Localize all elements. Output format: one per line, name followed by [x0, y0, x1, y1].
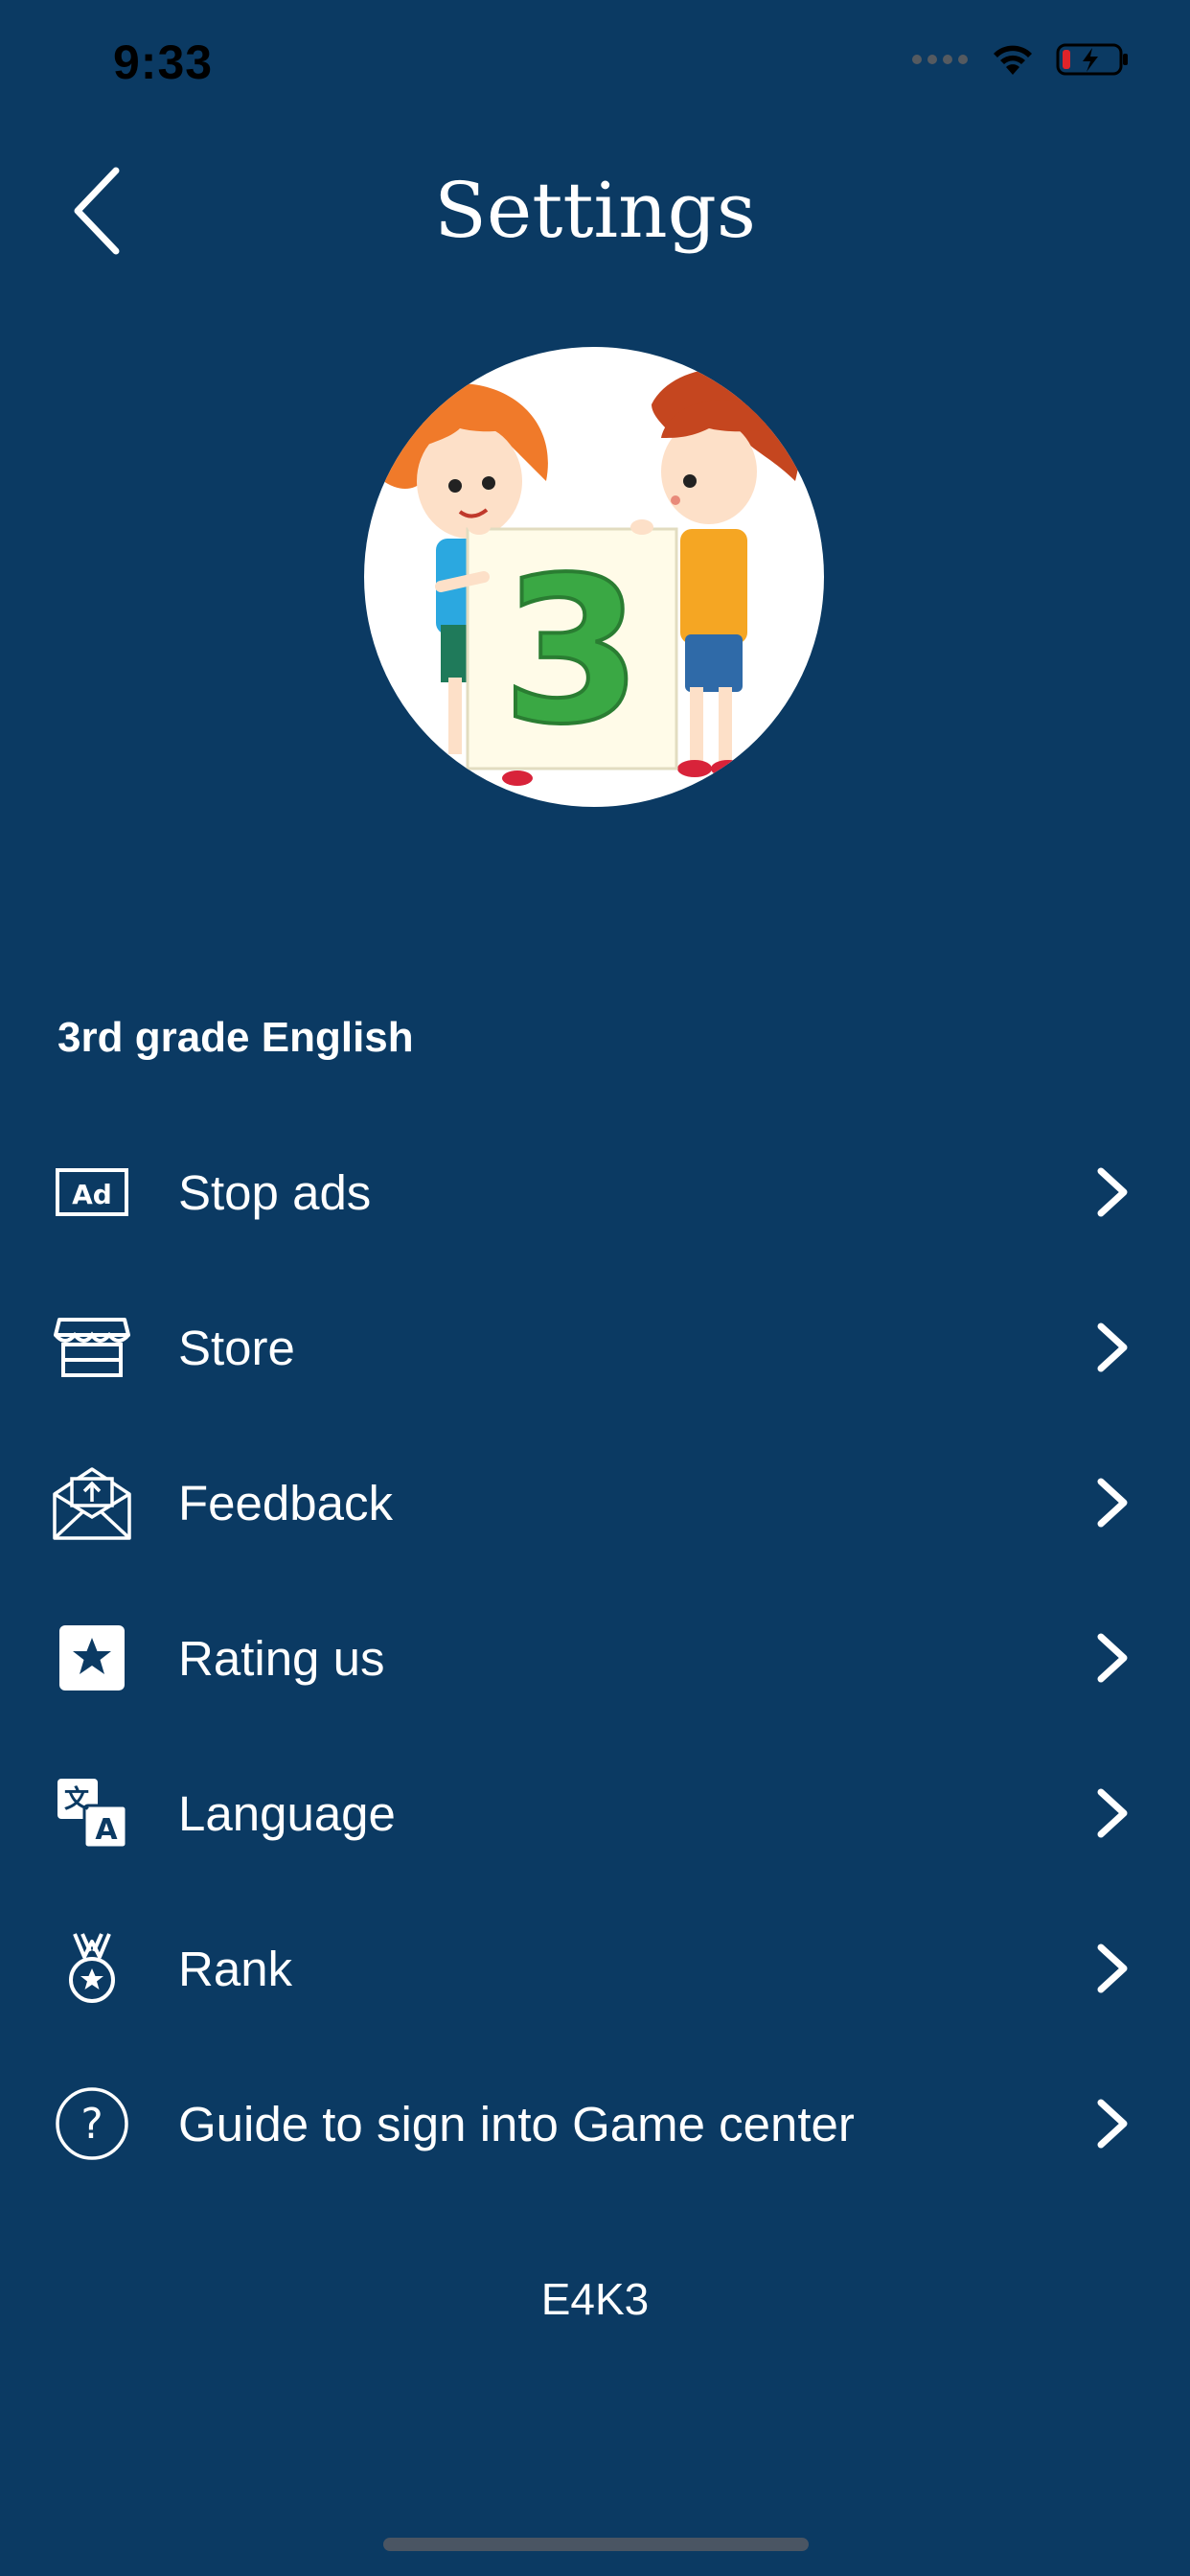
svg-text:A: A — [95, 1813, 118, 1847]
menu-item-label: Store — [178, 1320, 295, 1375]
battery-icon — [1056, 43, 1128, 76]
chevron-right-icon — [1088, 1784, 1136, 1842]
kids-holding-sign-image: 3 — [381, 368, 801, 786]
menu-item-feedback[interactable]: Feedback — [0, 1425, 1190, 1580]
home-indicator[interactable] — [383, 2538, 809, 2551]
app-code-label: E4K3 — [540, 2274, 650, 2324]
chevron-right-icon — [1088, 1940, 1136, 1997]
page-title: Settings — [434, 166, 756, 255]
grade-number-text: 3 — [502, 534, 642, 769]
star-icon — [48, 1614, 136, 1702]
menu-item-game-center-guide[interactable]: ? Guide to sign into Game center — [0, 2046, 1190, 2201]
nav-bar: Settings — [0, 153, 1190, 268]
menu-item-label: Language — [178, 1785, 396, 1841]
status-bar: 9:33 — [0, 0, 1190, 126]
store-icon — [48, 1303, 136, 1392]
menu-item-store[interactable]: Store — [0, 1270, 1190, 1425]
svg-text:Ad: Ad — [72, 1179, 112, 1210]
chevron-right-icon — [1088, 1163, 1136, 1221]
menu-item-label: Stop ads — [178, 1164, 372, 1220]
grade-illustration: 3 — [364, 347, 824, 807]
chevron-right-icon — [1088, 1629, 1136, 1687]
svg-text:?: ? — [80, 2100, 103, 2149]
feedback-mail-icon — [48, 1459, 136, 1547]
menu-item-label: Rank — [178, 1941, 293, 1996]
menu-item-label: Feedback — [178, 1475, 393, 1530]
medal-icon — [48, 1924, 136, 2012]
chevron-right-icon — [1088, 1319, 1136, 1376]
settings-menu: Ad Stop ads Store Feedback Rating us 文 A… — [0, 1115, 1190, 2201]
chevron-right-icon — [1088, 2095, 1136, 2152]
menu-item-language[interactable]: 文 A Language — [0, 1736, 1190, 1891]
menu-item-label: Guide to sign into Game center — [178, 2096, 855, 2151]
ad-icon: Ad — [48, 1148, 136, 1236]
menu-item-label: Rating us — [178, 1630, 385, 1686]
section-title: 3rd grade English — [57, 1014, 414, 1061]
chevron-right-icon — [1088, 1474, 1136, 1531]
status-time: 9:33 — [113, 35, 214, 89]
status-icons — [912, 42, 1129, 77]
svg-text:文: 文 — [64, 1784, 90, 1814]
cellular-signal-icon — [912, 55, 968, 64]
menu-item-rating[interactable]: Rating us — [0, 1580, 1190, 1736]
question-icon: ? — [48, 2080, 136, 2168]
menu-item-stop-ads[interactable]: Ad Stop ads — [0, 1115, 1190, 1270]
translate-icon: 文 A — [48, 1769, 136, 1857]
wifi-icon — [994, 45, 1032, 75]
menu-item-rank[interactable]: Rank — [0, 1891, 1190, 2046]
